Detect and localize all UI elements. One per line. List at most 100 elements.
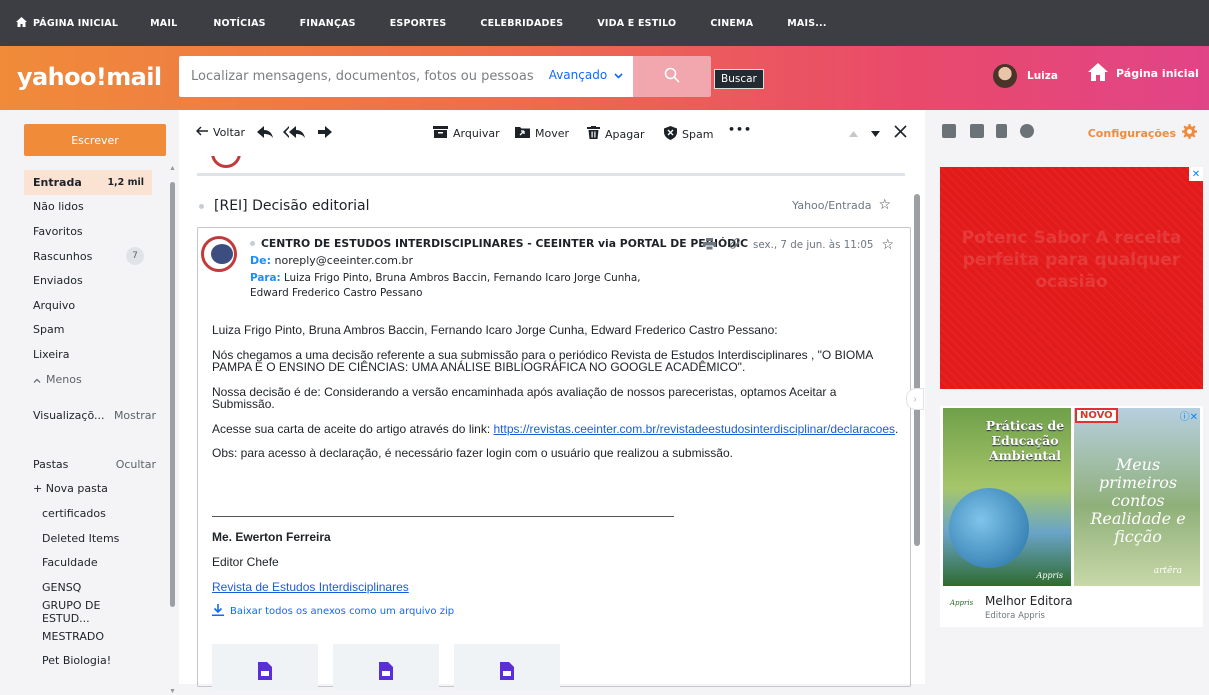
yahoo-mail-logo[interactable]: yahoo!mail [17,63,162,91]
contacts-icon[interactable] [942,124,956,138]
sidebar-item-pet-biologia[interactable]: Pet Biologia! [24,649,152,674]
attachment-thumbnail[interactable] [333,644,439,690]
chevron-down-icon [871,127,880,140]
printer-icon[interactable] [702,237,716,253]
sidebar-item-sent[interactable]: Enviados [24,268,152,293]
right-pane-tools: Configurações [925,110,1209,156]
folders-hide-toggle[interactable]: Ocultar [116,458,156,471]
sidebar-item-deleted-items[interactable]: Deleted Items [24,526,152,551]
acceptance-letter-link[interactable]: https://revistas.ceeinter.com.br/revista… [494,422,896,436]
reply-button[interactable] [257,126,273,141]
sidebar-item-spam[interactable]: Spam [24,318,152,343]
download-all-attachments[interactable]: Baixar todos os anexos como um arquivo z… [212,604,454,619]
settings-button[interactable]: Configurações [1088,124,1197,142]
to-recipients-2[interactable]: Edward Frederico Castro Pessano [250,287,422,299]
book1-publisher: Appris [1036,571,1063,580]
nav-more[interactable]: MAIS... [787,18,826,29]
user-name: Luiza [1027,70,1058,82]
attachment-thumbnail[interactable] [212,644,318,690]
forward-button[interactable] [318,126,332,141]
new-folder-button[interactable]: + Nova pasta [24,477,152,502]
sidebar-item-label: Favoritos [33,224,83,238]
nav-news[interactable]: NOTÍCIAS [213,18,265,29]
sidebar-item-drafts[interactable]: Rascunhos 7 [24,244,152,269]
views-show-toggle[interactable]: Mostrar [114,409,156,422]
search-input[interactable] [191,69,541,84]
close-ad-icon[interactable]: ✕ [1189,167,1203,181]
thread-folder-label[interactable]: Yahoo/Entrada [792,199,871,212]
user-menu[interactable]: Luiza [993,64,1058,88]
nav-mail[interactable]: MAIL [150,18,177,29]
sidebar-folders-header: Pastas Ocultar [24,452,156,477]
nav-sports[interactable]: ESPORTES [390,18,447,29]
collapse-ad-pane-button[interactable]: › [906,388,924,410]
reply-all-button[interactable] [283,126,305,141]
signature-name: Me. Ewerton Ferreira [212,530,331,544]
ad-brand-subtitle: Editora Appris [985,611,1045,621]
previous-message-stub[interactable] [197,156,905,176]
body-paragraph-3-prefix: Acesse sua carta de aceite do artigo atr… [212,421,494,436]
journal-link[interactable]: Revista de Estudos Interdisciplinares [212,580,409,594]
scroll-up-arrow-icon[interactable]: ▲ [169,165,176,172]
delete-button[interactable]: Apagar [587,126,645,142]
chevron-up-icon [33,373,41,386]
shield-icon [664,126,677,143]
star-icon[interactable]: ☆ [878,197,891,213]
to-recipients-1[interactable]: Luiza Frigo Pinto, Bruna Ambros Baccin, … [284,272,641,284]
sidebar-item-inbox[interactable]: Entrada 1,2 mil [24,170,152,195]
sidebar-item-archive[interactable]: Arquivo [24,293,152,318]
sidebar-item-label: Menos [46,372,82,386]
back-button[interactable]: Voltar [196,126,245,139]
banner-ad[interactable]: Potenc Sabor A receita perfeita para qua… [940,167,1203,389]
more-actions-button[interactable]: ••• [728,123,752,136]
nav-cinema[interactable]: CINEMA [710,18,753,29]
sidebar-item-unread[interactable]: Não lidos [24,195,152,220]
message-meta: sex., 7 de jun. às 11:05 ☆ [693,237,894,253]
close-message-button[interactable] [894,125,907,141]
close-icon [894,125,907,141]
nav-home-label: PÁGINA INICIAL [33,17,119,29]
book-ad[interactable]: Práticas de Educação Ambiental Appris NO… [940,406,1203,627]
scrollbar-thumb[interactable] [914,194,920,546]
ad-brand: Melhor Editora [985,594,1073,608]
previous-message-button[interactable] [849,127,858,140]
nav-finance[interactable]: FINANÇAS [300,18,356,29]
sidebar-item-starred[interactable]: Favoritos [24,219,152,244]
search-button[interactable] [633,56,711,97]
nav-home[interactable]: PÁGINA INICIAL [16,16,119,30]
notepad-icon[interactable] [996,124,1007,138]
sidebar-item-trash[interactable]: Lixeira [24,342,152,367]
attachment-thumbnail[interactable] [454,644,560,690]
advanced-search-toggle[interactable]: Avançado [549,68,623,82]
sidebar-item-gensq[interactable]: GENSQ [24,575,152,600]
sender-name[interactable]: CENTRO DE ESTUDOS INTERDISCIPLINARES - C… [250,237,748,250]
sidebar-item-label: Enviados [33,274,83,288]
appris-logo: Appris [950,599,974,607]
next-message-button[interactable] [871,127,880,140]
sidebar-item-certificados[interactable]: certificados [24,501,152,526]
book2-publisher: artēra [1153,566,1182,576]
spam-button[interactable]: Spam [664,126,713,143]
scrollbar-thumb[interactable] [170,182,175,607]
sidebar-item-grupo-de-estud[interactable]: GRUPO DE ESTUD... [24,599,152,625]
calendar-icon[interactable] [970,124,984,138]
adchoices-icon[interactable]: ⓘ✕ [1180,408,1198,423]
book1-title: Práticas de Educação Ambiental [985,418,1065,463]
nav-celebrities[interactable]: CELEBRIDADES [480,18,563,29]
from-address[interactable]: noreply@ceeinter.com.br [275,254,414,267]
move-button[interactable]: Mover [515,126,569,141]
sidebar-item-faculdade[interactable]: Faculdade [24,550,152,575]
star-icon[interactable]: ☆ [881,237,894,253]
search-icon [664,67,680,86]
help-icon[interactable] [1020,124,1034,138]
sidebar-item-mestrado[interactable]: MESTRADO [24,624,152,649]
archive-button[interactable]: Arquivar [433,126,500,141]
message-scrollbar[interactable] [913,160,921,684]
nav-lifestyle[interactable]: VIDA E ESTILO [597,18,676,29]
sidebar-scrollbar[interactable]: ▲ ▼ [169,165,176,695]
home-page-link[interactable]: Página inicial [1088,63,1199,84]
compose-button[interactable]: Escrever [24,124,166,156]
message-body: Luiza Frigo Pinto, Bruna Ambros Baccin, … [212,324,902,472]
scroll-down-arrow-icon[interactable]: ▼ [169,688,176,695]
sidebar-less-toggle[interactable]: Menos [24,367,152,392]
